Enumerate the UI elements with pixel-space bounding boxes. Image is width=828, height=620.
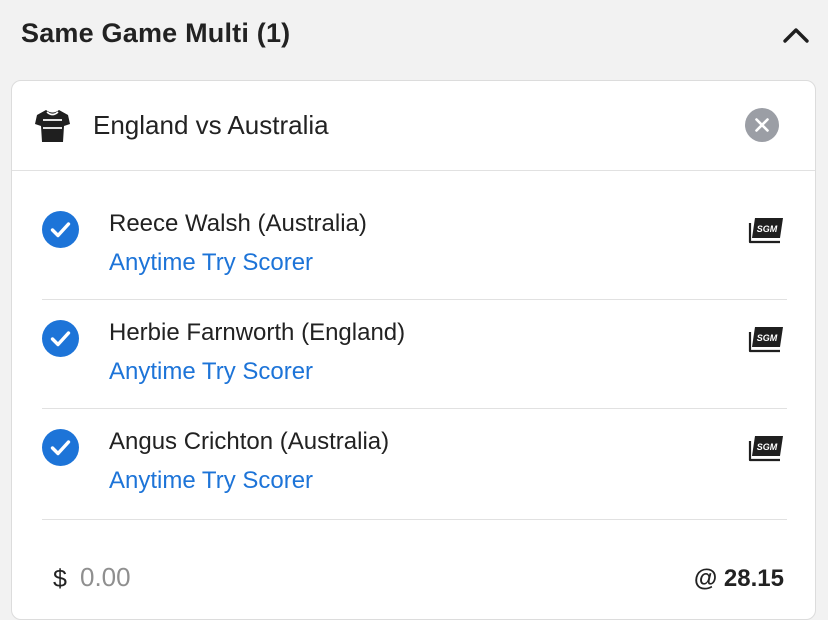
sgm-badge-icon: SGM <box>747 434 785 462</box>
stake-input[interactable] <box>80 559 280 595</box>
checkmark-circle-icon[interactable] <box>42 211 79 248</box>
leg-selection-name: Angus Crichton (Australia) <box>109 428 390 455</box>
leg-row: Angus Crichton (Australia) Anytime Try S… <box>42 408 787 520</box>
bet-card: England vs Australia Reece Walsh (Austra… <box>11 80 816 620</box>
section-title: Same Game Multi (1) <box>21 18 291 48</box>
checkmark-circle-icon[interactable] <box>42 320 79 357</box>
stake-row: $ @ 28.15 <box>12 531 815 595</box>
sgm-badge-label: SGM <box>757 224 778 234</box>
total-odds: @ 28.15 <box>693 565 784 592</box>
leg-selection-name: Reece Walsh (Australia) <box>109 210 367 237</box>
remove-event-button[interactable] <box>745 108 779 142</box>
sgm-badge-icon: SGM <box>747 325 785 353</box>
event-row: England vs Australia <box>12 81 815 171</box>
leg-market-link[interactable]: Anytime Try Scorer <box>109 358 313 386</box>
leg-row: Herbie Farnworth (England) Anytime Try S… <box>42 299 787 409</box>
sgm-badge-label: SGM <box>757 442 778 452</box>
leg-row: Reece Walsh (Australia) Anytime Try Scor… <box>42 190 787 300</box>
sgm-badge-icon: SGM <box>747 216 785 244</box>
jersey-icon <box>34 108 71 144</box>
leg-market-link[interactable]: Anytime Try Scorer <box>109 249 313 277</box>
leg-market-link[interactable]: Anytime Try Scorer <box>109 467 313 495</box>
sgm-badge-label: SGM <box>757 333 778 343</box>
currency-symbol: $ <box>53 565 67 593</box>
close-icon <box>755 118 769 132</box>
chevron-up-icon[interactable] <box>781 22 811 48</box>
checkmark-circle-icon[interactable] <box>42 429 79 466</box>
leg-selection-name: Herbie Farnworth (England) <box>109 319 406 346</box>
event-title: England vs Australia <box>93 110 329 140</box>
same-game-multi-header[interactable]: Same Game Multi (1) <box>0 0 828 70</box>
